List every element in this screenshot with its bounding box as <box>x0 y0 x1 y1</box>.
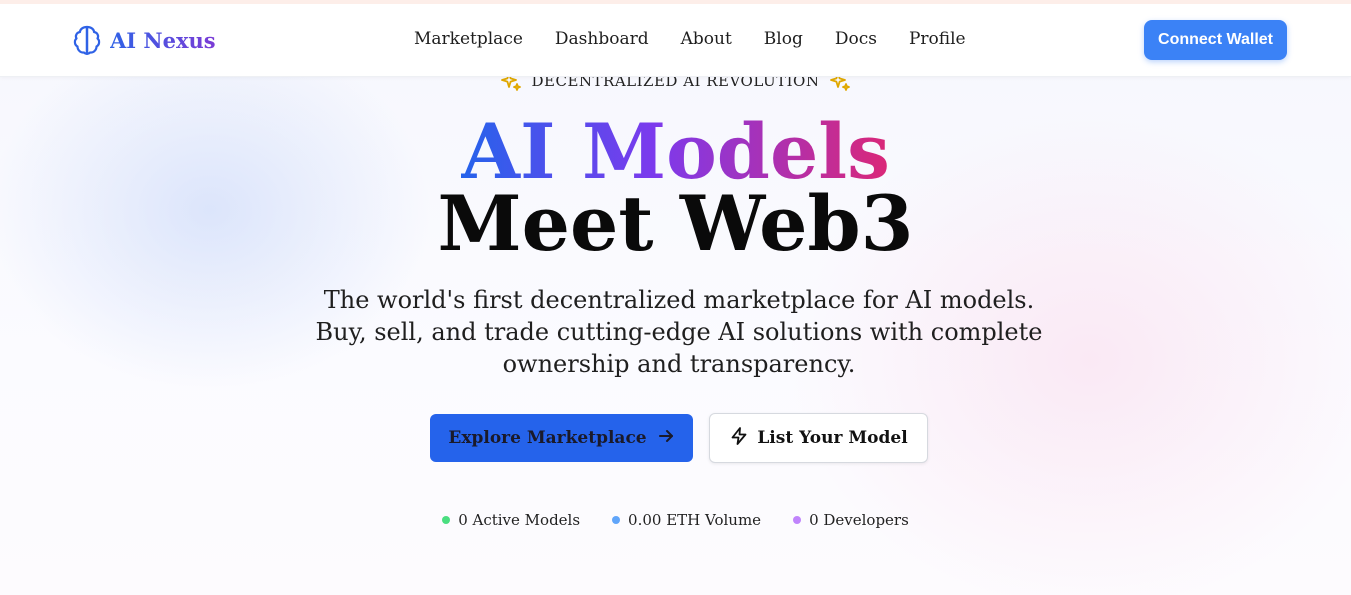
nav-item-about[interactable]: About <box>681 29 732 49</box>
brain-icon <box>72 24 102 56</box>
hero-subtitle: The world's first decentralized marketpl… <box>315 286 1043 378</box>
stat-eth-volume: 0.00 ETH Volume <box>612 511 761 529</box>
brand-logo-link[interactable]: AI Nexus <box>72 24 216 56</box>
stat-label: 0 Active Models <box>458 511 581 529</box>
main-nav: Marketplace Dashboard About Blog Docs Pr… <box>414 29 998 49</box>
list-your-model-button[interactable]: List Your Model <box>709 413 928 463</box>
top-accent-line <box>0 0 1351 4</box>
nav-item-dashboard[interactable]: Dashboard <box>555 29 649 49</box>
explore-marketplace-button[interactable]: Explore Marketplace <box>430 414 693 462</box>
nav-item-marketplace[interactable]: Marketplace <box>414 29 523 49</box>
hero-title-line2: Meet Web3 <box>437 179 914 268</box>
stat-label: 0.00 ETH Volume <box>628 511 762 529</box>
list-your-model-label: List Your Model <box>757 428 908 448</box>
brand-name: AI Nexus <box>110 27 216 53</box>
connect-wallet-button[interactable]: Connect Wallet <box>1144 20 1287 60</box>
nav-item-blog[interactable]: Blog <box>764 29 803 49</box>
status-dot <box>793 516 802 524</box>
arrow-right-icon <box>657 427 675 450</box>
stat-developers: 0 Developers <box>793 511 909 529</box>
status-dot <box>612 516 621 524</box>
status-dot <box>442 516 451 524</box>
site-header: AI Nexus Marketplace Dashboard About Blo… <box>0 4 1351 77</box>
explore-marketplace-label: Explore Marketplace <box>448 428 647 448</box>
hero-stats: 0 Active Models 0.00 ETH Volume 0 Develo… <box>0 511 1351 529</box>
lightning-icon <box>729 426 749 451</box>
nav-item-docs[interactable]: Docs <box>835 29 877 49</box>
stat-active-models: 0 Active Models <box>442 511 580 529</box>
nav-item-profile[interactable]: Profile <box>909 29 966 49</box>
stat-label: 0 Developers <box>809 511 909 529</box>
